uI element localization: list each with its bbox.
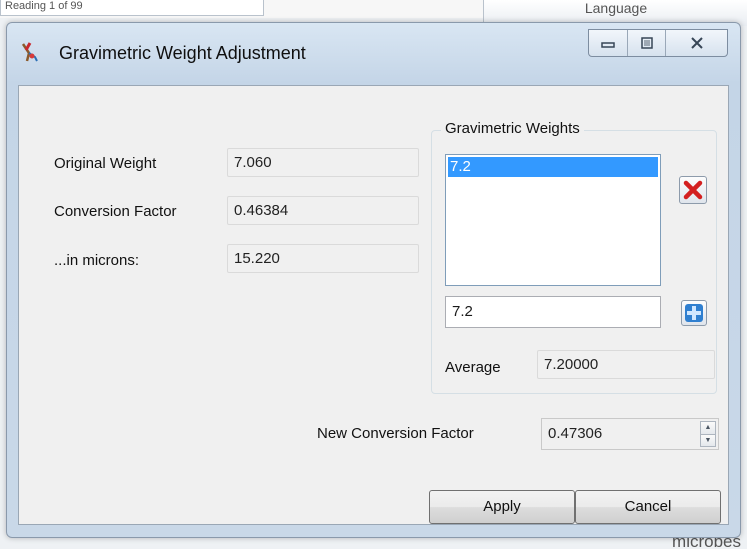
remove-weight-button[interactable]: [679, 176, 707, 204]
new-conversion-factor-spinner[interactable]: 0.47306 ▲ ▼: [541, 418, 719, 450]
conversion-factor-field: 0.46384: [227, 196, 419, 225]
minimize-icon: [601, 42, 615, 48]
average-label: Average: [445, 359, 501, 376]
weights-listbox[interactable]: 7.2: [445, 154, 661, 286]
minimize-button[interactable]: [589, 30, 627, 56]
list-item[interactable]: 7.2: [448, 157, 658, 177]
dialog-client-area: Original Weight 7.060 Conversion Factor …: [18, 85, 729, 525]
window-title: Gravimetric Weight Adjustment: [59, 43, 306, 63]
in-microns-label: ...in microns:: [54, 252, 140, 269]
conversion-factor-label: Conversion Factor: [54, 203, 177, 220]
in-microns-field: 15.220: [227, 244, 419, 273]
cancel-button[interactable]: Cancel: [575, 490, 721, 524]
gravimetric-dialog: Gravimetric Weight Adjustment Original W…: [6, 22, 741, 538]
close-icon: [690, 37, 703, 49]
restore-button[interactable]: [627, 30, 665, 56]
red-x-icon: [683, 180, 703, 200]
add-weight-button[interactable]: [681, 300, 707, 326]
new-conversion-factor-value: 0.47306: [548, 425, 603, 442]
title-bar[interactable]: Gravimetric Weight Adjustment: [7, 23, 740, 85]
spinner-buttons: ▲ ▼: [700, 421, 716, 447]
apply-button[interactable]: Apply: [429, 490, 575, 524]
background-tab[interactable]: Reading 1 of 99: [0, 0, 264, 16]
original-weight-label: Original Weight: [54, 155, 157, 172]
blue-plus-icon: [685, 304, 703, 322]
restore-icon: [640, 37, 653, 49]
weight-entry-input[interactable]: 7.2: [445, 296, 661, 328]
new-conversion-factor-label: New Conversion Factor: [317, 425, 474, 442]
spin-down-icon[interactable]: ▼: [701, 434, 715, 446]
gravimetric-weights-title: Gravimetric Weights: [441, 120, 584, 137]
app-icon: [19, 41, 41, 63]
average-field: 7.20000: [537, 350, 715, 379]
caption-buttons: [588, 29, 728, 57]
original-weight-field: 7.060: [227, 148, 419, 177]
close-button[interactable]: [665, 30, 727, 56]
spin-up-icon[interactable]: ▲: [701, 422, 715, 435]
